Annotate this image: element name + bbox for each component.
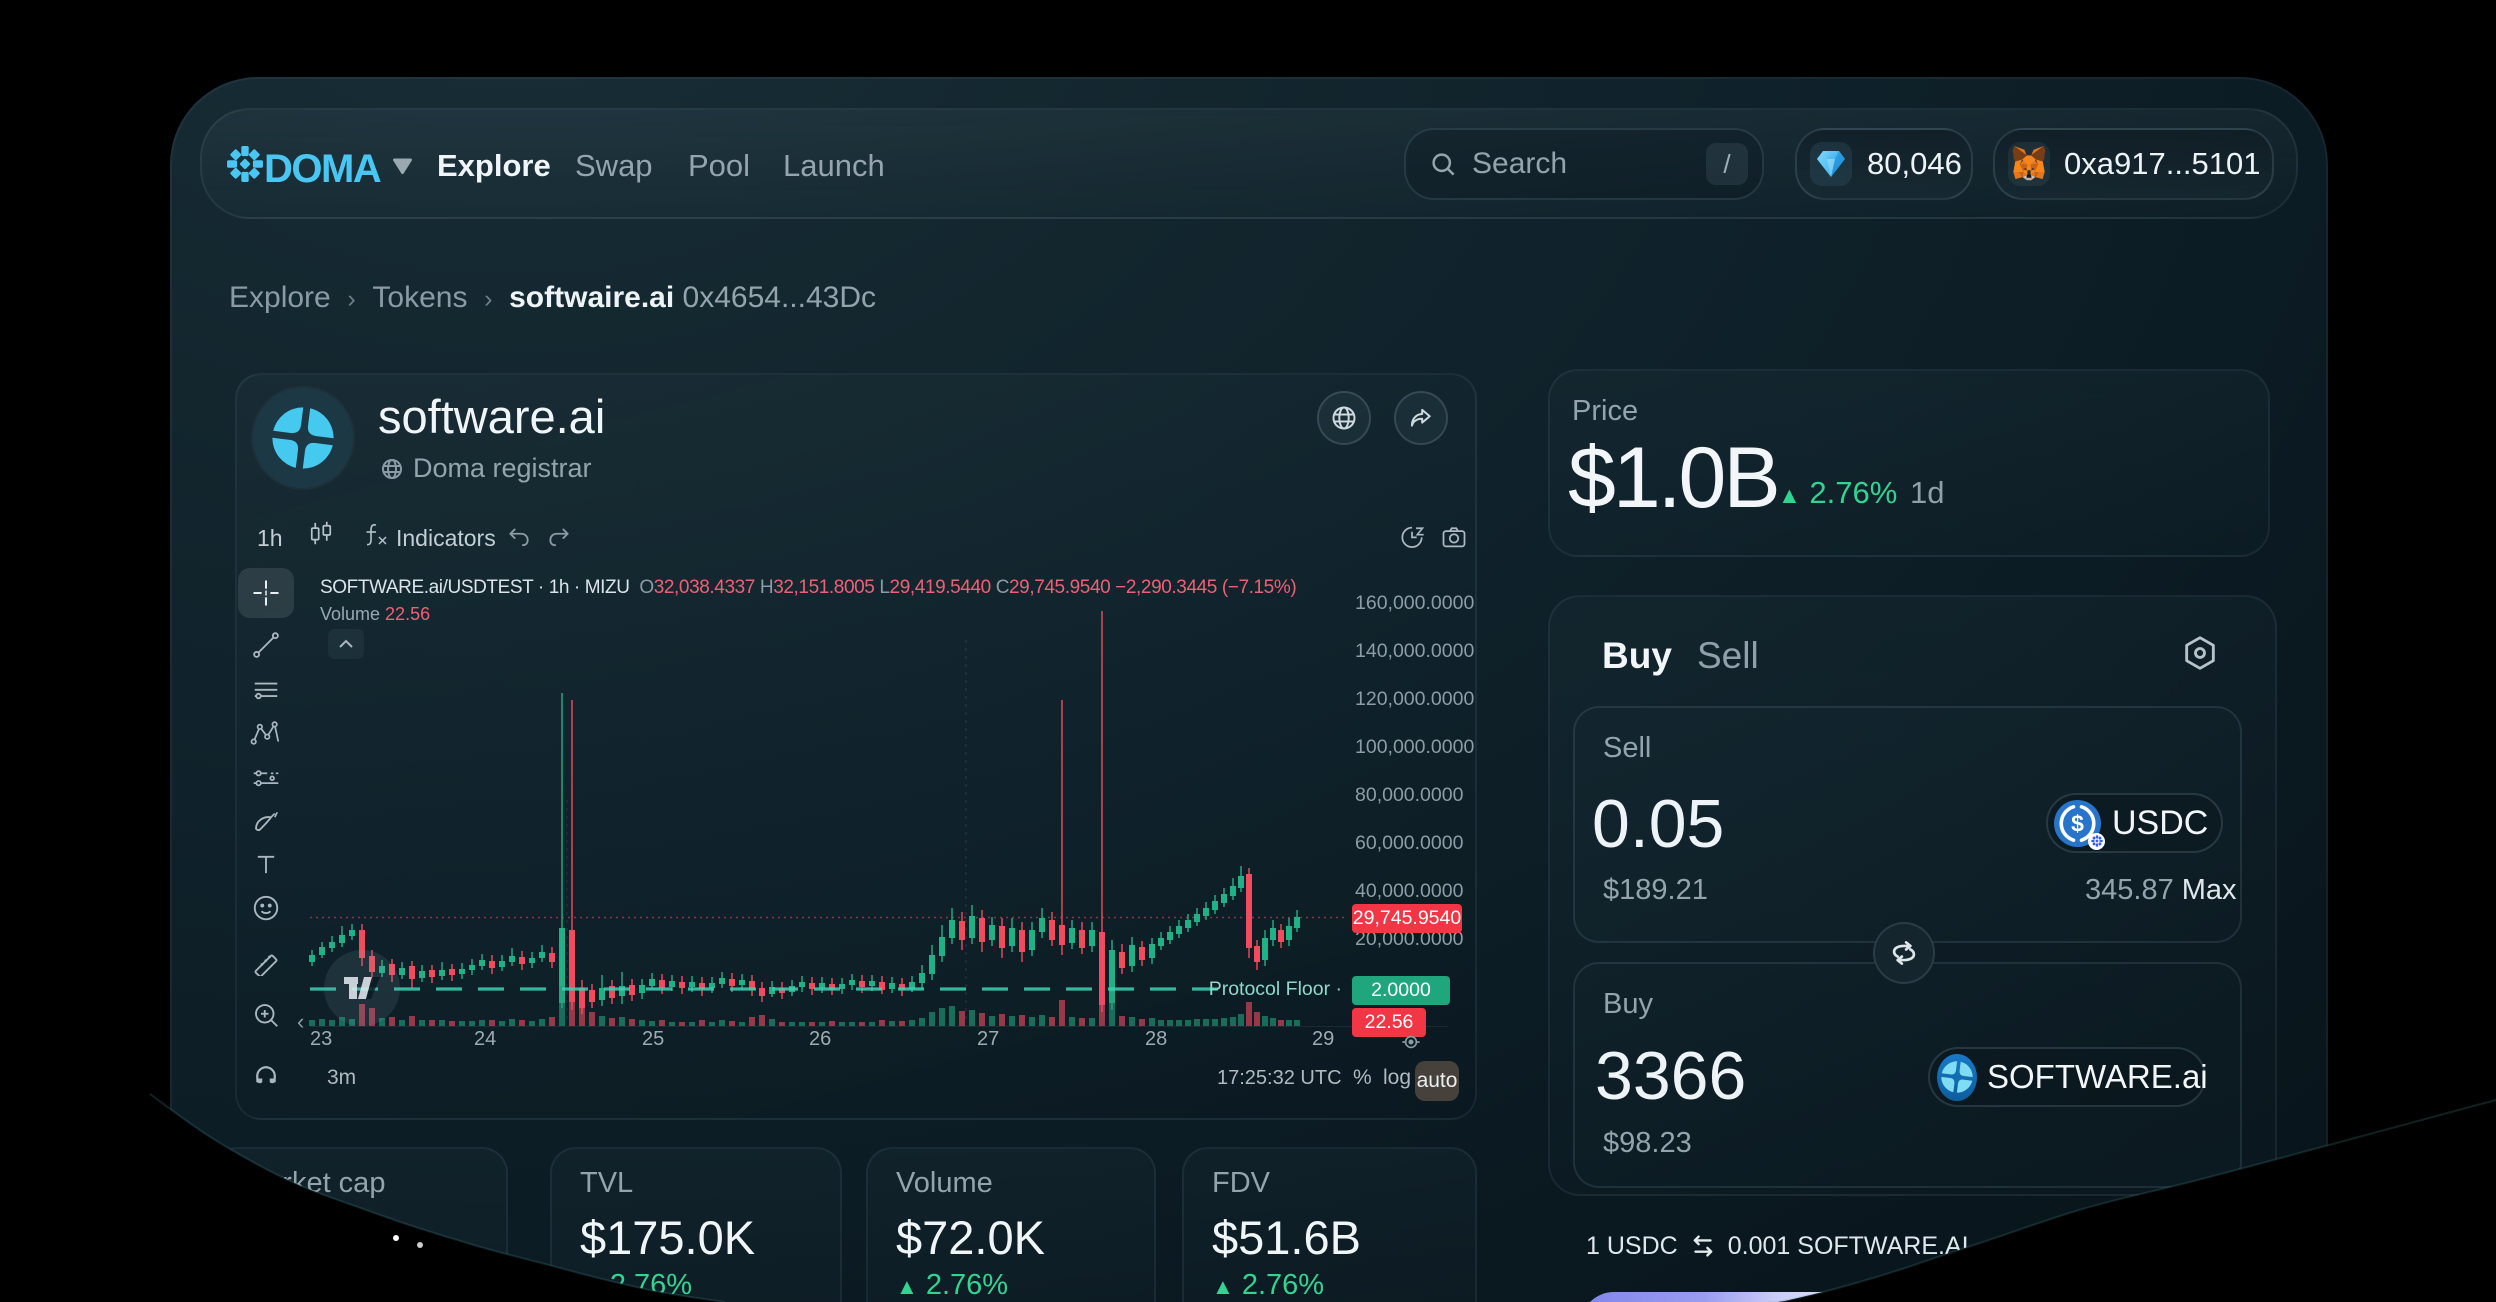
svg-text:$: $	[2071, 810, 2084, 836]
